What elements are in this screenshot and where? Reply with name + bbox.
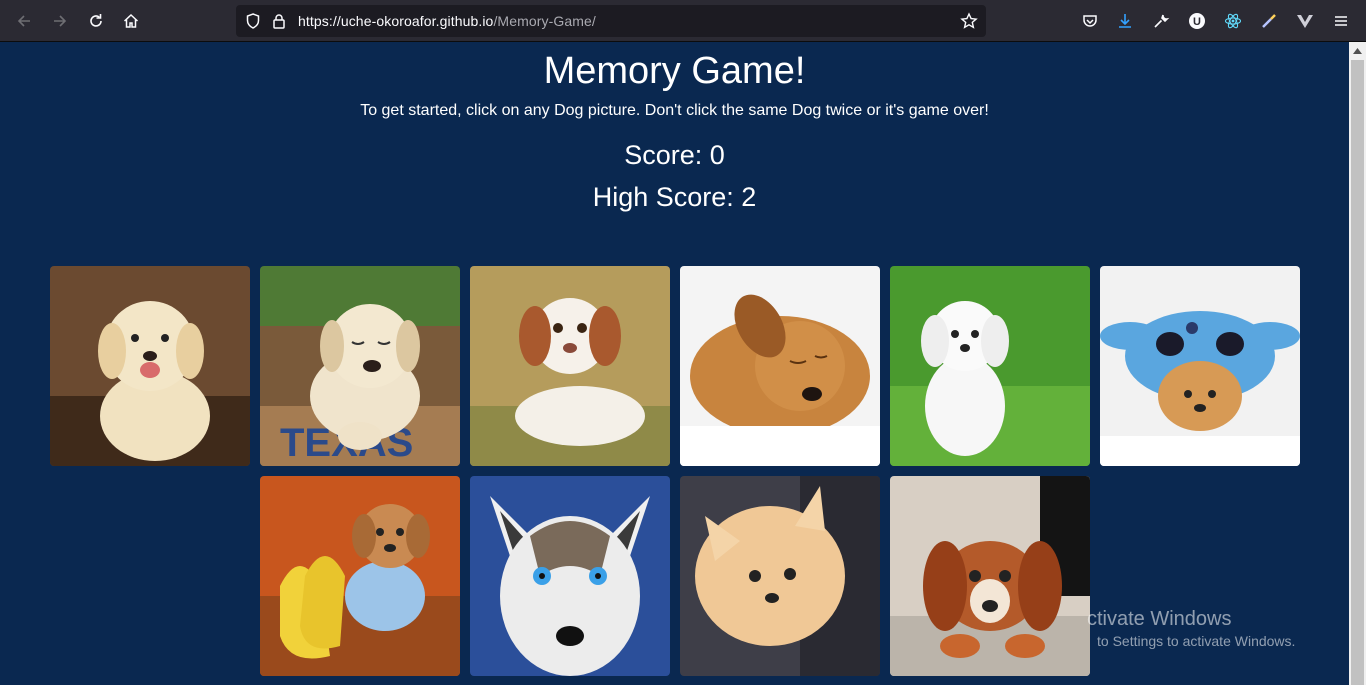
instructions-text: To get started, click on any Dog picture…: [360, 102, 989, 119]
reload-icon: [90, 14, 102, 27]
pocket-icon: [1083, 15, 1097, 27]
arrow-right-icon: [54, 15, 67, 27]
dog-card-9[interactable]: [680, 476, 880, 676]
dog-card-6[interactable]: [1100, 266, 1300, 466]
dog-card-4[interactable]: [680, 266, 880, 466]
dog-card-1[interactable]: [50, 266, 250, 466]
browser-toolbar: https://uche-okoroafor.github.io/Memory-…: [0, 0, 1366, 42]
brittany-spaniel-puppy-icon: [470, 266, 670, 466]
dog-card-7[interactable]: [260, 476, 460, 676]
url-path: /Memory-Game/: [493, 13, 596, 29]
devtools-button[interactable]: [1145, 5, 1177, 37]
wrench-icon: [1154, 14, 1170, 28]
address-bar[interactable]: https://uche-okoroafor.github.io/Memory-…: [236, 5, 986, 37]
url-text: https://uche-okoroafor.github.io/Memory-…: [298, 13, 596, 29]
eyedropper-icon: [1262, 14, 1276, 28]
husky-puppy-icon: [470, 476, 670, 676]
back-button[interactable]: [8, 5, 40, 37]
scroll-up-button[interactable]: [1349, 42, 1366, 59]
url-host: https://uche-okoroafor.github.io: [298, 13, 494, 29]
dog-card-10[interactable]: [890, 476, 1090, 676]
cavalier-king-charles-puppy-icon: [890, 476, 1090, 676]
lock-icon: [273, 14, 285, 29]
activate-windows-watermark-subtitle: to Settings to activate Windows.: [1097, 633, 1296, 649]
menu-button[interactable]: [1325, 5, 1357, 37]
bookmark-star-icon[interactable]: [960, 12, 978, 30]
sleeping-brown-puppy-icon: [680, 266, 880, 466]
extension-u-button[interactable]: U: [1181, 5, 1213, 37]
reload-button[interactable]: [80, 5, 112, 37]
hamburger-menu-icon: [1335, 16, 1347, 26]
home-button[interactable]: [115, 5, 147, 37]
react-devtools-button[interactable]: [1217, 5, 1249, 37]
eyedropper-button[interactable]: [1253, 5, 1285, 37]
dog-card-2[interactable]: TEXAS: [260, 266, 460, 466]
scrollbar-thumb[interactable]: [1351, 60, 1364, 685]
score-text: Score: 0: [624, 140, 725, 170]
golden-retriever-puppy-icon: [50, 266, 250, 466]
dog-card-8[interactable]: [470, 476, 670, 676]
white-maltese-puppy-icon: [890, 266, 1090, 466]
pocket-button[interactable]: [1074, 5, 1106, 37]
pomeranian-puppy-icon: [680, 476, 880, 676]
dog-card-5[interactable]: [890, 266, 1090, 466]
svg-text:U: U: [1193, 16, 1201, 28]
shield-icon: [246, 13, 260, 29]
home-icon: [123, 13, 139, 28]
dog-card-3[interactable]: [470, 266, 670, 466]
page-title: Memory Game!: [543, 50, 806, 92]
downloads-button[interactable]: [1109, 5, 1141, 37]
vue-devtools-button[interactable]: [1289, 5, 1321, 37]
activate-windows-watermark-title: ctivate Windows: [1087, 608, 1232, 630]
download-icon: [1119, 14, 1131, 28]
puppy-with-bananas-icon: [260, 476, 460, 676]
high-score-text: High Score: 2: [592, 182, 757, 212]
vue-icon: [1297, 15, 1313, 28]
extension-u-icon: U: [1189, 13, 1205, 29]
arrow-left-icon: [17, 15, 30, 27]
pomeranian-in-stitch-costume-icon: [1100, 266, 1300, 466]
scroll-up-arrow-icon: [1353, 47, 1362, 54]
page-content: Memory Game! To get started, click on an…: [0, 42, 1349, 685]
forward-button[interactable]: [44, 5, 76, 37]
labrador-puppy-in-crate-icon: TEXAS: [260, 266, 460, 466]
react-icon: [1224, 13, 1242, 29]
